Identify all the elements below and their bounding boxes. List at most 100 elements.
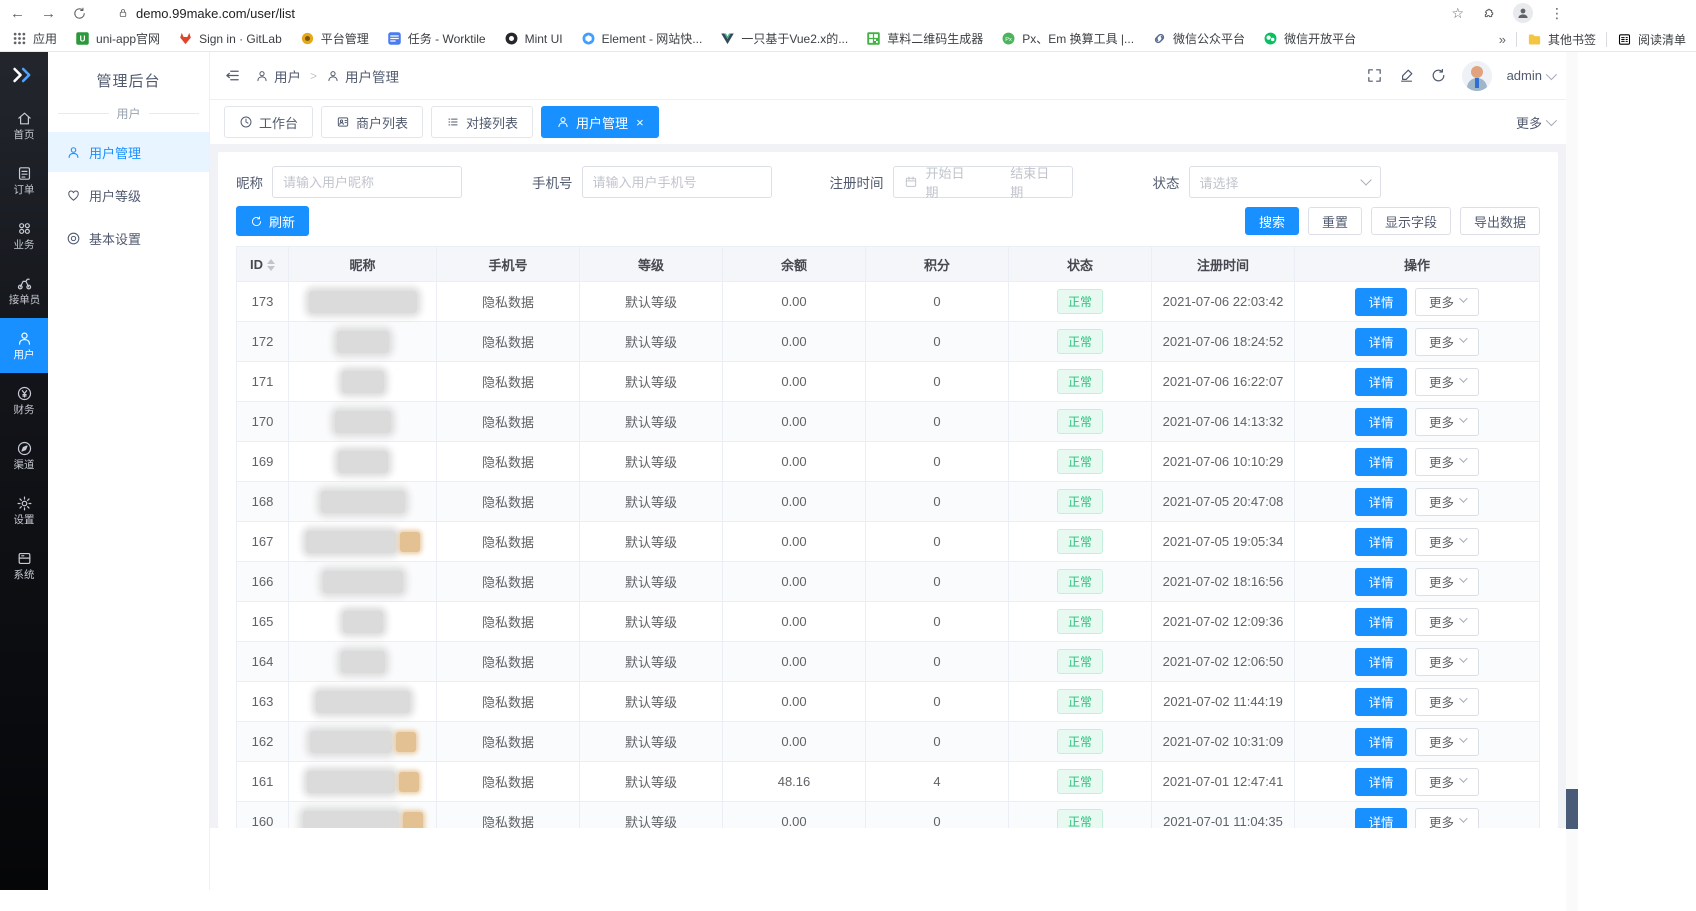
- clear-cache-icon[interactable]: [1398, 67, 1415, 84]
- other-bookmarks-button[interactable]: 其他书签: [1527, 31, 1596, 48]
- more-dropdown-button[interactable]: 更多: [1415, 568, 1479, 596]
- reading-list-button[interactable]: 阅读清单: [1617, 31, 1686, 48]
- detail-button[interactable]: 详情: [1355, 288, 1407, 316]
- detail-button[interactable]: 详情: [1355, 408, 1407, 436]
- detail-button[interactable]: 详情: [1355, 488, 1407, 516]
- bookmark-item[interactable]: 平台管理: [300, 30, 369, 47]
- detail-button[interactable]: 详情: [1355, 368, 1407, 396]
- more-dropdown-button[interactable]: 更多: [1415, 608, 1479, 636]
- detail-button[interactable]: 详情: [1355, 808, 1407, 829]
- status-badge: 正常: [1057, 449, 1103, 474]
- detail-button[interactable]: 详情: [1355, 528, 1407, 556]
- breadcrumb-item[interactable]: 用户: [255, 66, 301, 86]
- bookmark-item[interactable]: 应用: [12, 30, 57, 47]
- bookmark-item[interactable]: 微信公众平台: [1152, 30, 1245, 47]
- browser-profile-icon[interactable]: [1513, 3, 1533, 23]
- browser-forward-icon[interactable]: →: [41, 6, 56, 21]
- phone-input[interactable]: [593, 175, 761, 190]
- sidebar-item-系统[interactable]: 系统: [0, 538, 48, 593]
- more-dropdown-button[interactable]: 更多: [1415, 728, 1479, 756]
- bookmark-item[interactable]: PxPx、Em 换算工具 |...: [1001, 30, 1134, 47]
- search-button[interactable]: 搜索: [1245, 207, 1299, 235]
- more-dropdown-button[interactable]: 更多: [1415, 368, 1479, 396]
- status-select[interactable]: 请选择: [1189, 166, 1381, 198]
- extensions-icon[interactable]: [1481, 6, 1496, 21]
- cell-id: 160: [237, 802, 289, 829]
- refresh-button[interactable]: 刷新: [236, 206, 309, 236]
- submenu-item-用户等级[interactable]: 用户等级: [48, 175, 209, 215]
- more-dropdown-button[interactable]: 更多: [1415, 488, 1479, 516]
- close-tab-icon[interactable]: ×: [636, 115, 644, 130]
- more-dropdown-button[interactable]: 更多: [1415, 648, 1479, 676]
- more-dropdown-button[interactable]: 更多: [1415, 688, 1479, 716]
- more-dropdown-button[interactable]: 更多: [1415, 528, 1479, 556]
- sidebar-item-订单[interactable]: 订单: [0, 153, 48, 208]
- more-dropdown-button[interactable]: 更多: [1415, 768, 1479, 796]
- detail-button[interactable]: 详情: [1355, 568, 1407, 596]
- browser-reload-icon[interactable]: [72, 6, 87, 21]
- more-dropdown-button[interactable]: 更多: [1415, 288, 1479, 316]
- tab-工作台[interactable]: 工作台: [224, 106, 313, 138]
- content-area: 昵称 手机号 注册时间 开始日期 结束日期: [210, 144, 1566, 828]
- detail-button[interactable]: 详情: [1355, 608, 1407, 636]
- more-dropdown-button[interactable]: 更多: [1415, 448, 1479, 476]
- address-bar[interactable]: demo.99make.com/user/list: [136, 6, 295, 21]
- sidebar-item-财务[interactable]: 财务: [0, 373, 48, 428]
- submenu-item-用户管理[interactable]: 用户管理: [48, 132, 209, 172]
- show-fields-button[interactable]: 显示字段: [1371, 207, 1451, 235]
- app-logo-icon[interactable]: [0, 52, 48, 98]
- tab-商户列表[interactable]: 商户列表: [321, 106, 423, 138]
- sidebar-item-渠道[interactable]: 渠道: [0, 428, 48, 483]
- fullscreen-icon[interactable]: [1366, 67, 1383, 84]
- reset-button[interactable]: 重置: [1308, 207, 1362, 235]
- sort-icon[interactable]: [267, 259, 275, 271]
- bookmark-item[interactable]: 草料二维码生成器: [866, 30, 983, 47]
- browser-menu-icon[interactable]: ⋮: [1550, 5, 1564, 22]
- cell-regtime: 2021-07-02 12:09:36: [1152, 602, 1295, 642]
- bookmark-item[interactable]: Mint UI: [504, 31, 563, 46]
- bookmark-star-icon[interactable]: ☆: [1451, 5, 1464, 22]
- bookmark-item[interactable]: 一只基于Vue2.x的...: [720, 30, 848, 47]
- sidebar-item-业务[interactable]: 业务: [0, 208, 48, 263]
- avatar[interactable]: [1462, 61, 1492, 91]
- browser-back-icon[interactable]: ←: [10, 6, 25, 21]
- submenu-item-基本设置[interactable]: 基本设置: [48, 218, 209, 258]
- refresh-page-icon[interactable]: [1430, 67, 1447, 84]
- bookmark-item[interactable]: Uuni-app官网: [75, 30, 160, 47]
- more-dropdown-button[interactable]: 更多: [1415, 408, 1479, 436]
- breadcrumb-item[interactable]: 用户管理: [326, 66, 399, 86]
- bookmark-item[interactable]: 任务 - Worktile: [387, 30, 486, 47]
- cell-status: 正常: [1009, 762, 1152, 802]
- page-scrollbar[interactable]: [1566, 52, 1578, 911]
- more-dropdown-button[interactable]: 更多: [1415, 328, 1479, 356]
- tab-对接列表[interactable]: 对接列表: [431, 106, 533, 138]
- more-dropdown-button[interactable]: 更多: [1415, 808, 1479, 829]
- target-icon: [66, 231, 81, 246]
- finance-icon: [16, 385, 33, 402]
- user-menu[interactable]: admin: [1507, 68, 1554, 83]
- tabs-more-dropdown[interactable]: 更多: [1516, 113, 1554, 132]
- detail-button[interactable]: 详情: [1355, 688, 1407, 716]
- sidebar-item-首页[interactable]: 首页: [0, 98, 48, 153]
- detail-button[interactable]: 详情: [1355, 648, 1407, 676]
- sidebar-item-设置[interactable]: 设置: [0, 483, 48, 538]
- tab-用户管理[interactable]: 用户管理×: [541, 106, 659, 138]
- bookmark-item[interactable]: Element - 网站快...: [581, 30, 703, 47]
- detail-button[interactable]: 详情: [1355, 328, 1407, 356]
- sidebar-item-用户[interactable]: 用户: [0, 318, 48, 373]
- column-header-ID[interactable]: ID: [237, 247, 289, 282]
- scrollbar-thumb[interactable]: [1566, 789, 1578, 829]
- chevron-down-icon: [1546, 68, 1557, 79]
- detail-button[interactable]: 详情: [1355, 448, 1407, 476]
- bookmark-item[interactable]: Sign in · GitLab: [178, 31, 282, 46]
- detail-button[interactable]: 详情: [1355, 768, 1407, 796]
- status-badge: 正常: [1057, 289, 1103, 314]
- bookmarks-overflow-icon[interactable]: »: [1499, 32, 1506, 47]
- sidebar-item-接单员[interactable]: 接单员: [0, 263, 48, 318]
- sidebar-collapse-icon[interactable]: [224, 67, 241, 84]
- date-range-input[interactable]: 开始日期 结束日期: [893, 166, 1073, 198]
- detail-button[interactable]: 详情: [1355, 728, 1407, 756]
- export-button[interactable]: 导出数据: [1460, 207, 1540, 235]
- bookmark-item[interactable]: 微信开放平台: [1263, 30, 1356, 47]
- nickname-input[interactable]: [283, 175, 451, 190]
